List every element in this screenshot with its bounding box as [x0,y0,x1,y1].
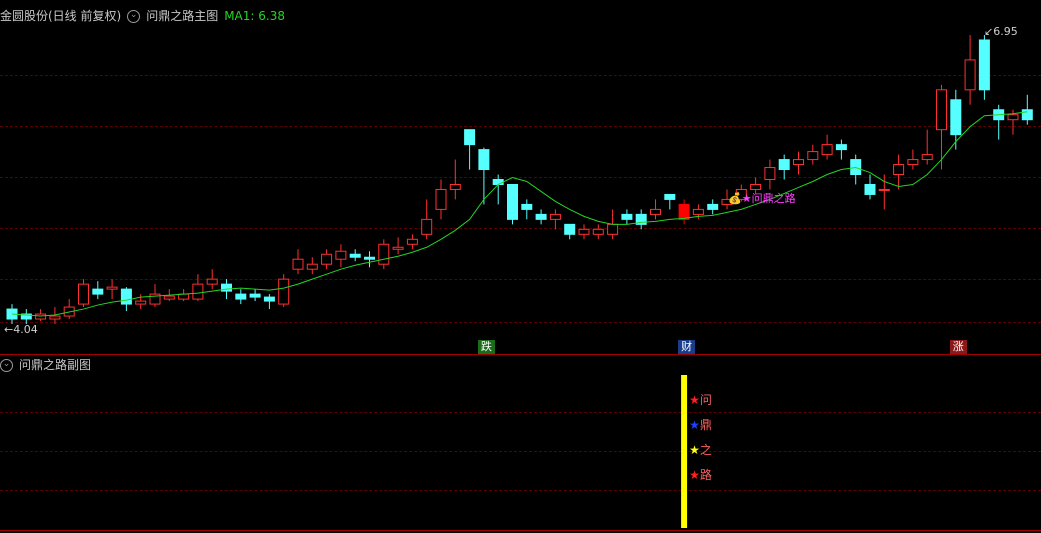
candle-body[interactable] [321,253,333,265]
candle-body[interactable] [449,183,461,190]
candle-body[interactable] [878,188,890,191]
candle-body[interactable] [893,164,905,176]
candle-body[interactable] [1007,114,1019,121]
star-icon: ★ [689,393,700,407]
signal-marker: ★问 [689,393,712,407]
candle-body[interactable] [564,223,576,235]
candle-body[interactable] [163,295,175,300]
star-icon: ★ [689,418,700,432]
candle-body[interactable] [650,208,661,215]
candle-body[interactable] [421,218,433,235]
candle-body[interactable] [364,256,375,260]
signal-marker: ★之 [689,443,712,457]
candle-body[interactable] [907,159,919,166]
candle-body[interactable] [978,39,990,91]
candle-body[interactable] [678,203,690,220]
candle-body[interactable] [120,288,132,305]
candle-body[interactable] [521,203,533,210]
candle-body[interactable] [178,293,190,300]
event-tag[interactable]: 跌 [477,340,495,354]
candle-body[interactable] [793,159,804,166]
candle-body[interactable] [621,213,633,220]
candle-body[interactable] [592,228,604,235]
candle-body[interactable] [92,288,104,295]
candle-body[interactable] [492,179,504,185]
candle-body[interactable] [478,149,490,171]
candlestick-chart[interactable] [0,0,1041,533]
event-tag[interactable]: 涨 [949,340,967,354]
candle-body[interactable] [206,278,218,285]
signal-marker: ★路 [689,468,712,482]
candle-body[interactable] [578,228,590,235]
candle-body[interactable] [306,263,318,270]
signal-marker-char: 之 [699,443,712,457]
candle-body[interactable] [921,154,933,161]
star-icon: ★ [689,443,700,457]
candle-body[interactable] [864,183,876,195]
candle-body[interactable] [278,278,290,305]
candle-body[interactable] [349,253,361,258]
candle-body[interactable] [750,183,762,190]
candle-body[interactable] [263,296,275,302]
candle-body[interactable] [936,89,947,131]
star-icon: ★ [689,468,700,482]
candle-body[interactable] [135,300,147,305]
ma-line [11,111,1028,317]
candle-body[interactable] [807,151,819,161]
candle-body[interactable] [764,167,776,181]
signal-label: 💰★问鼎之路 [728,192,796,205]
candle-body[interactable] [464,129,476,146]
candle-body[interactable] [78,283,89,305]
candle-body[interactable] [1021,109,1033,121]
candle-body[interactable] [192,283,204,300]
candle-body[interactable] [378,243,390,265]
candle-body[interactable] [406,238,418,245]
candle-body[interactable] [664,193,676,200]
candle-body[interactable] [535,213,547,220]
candle-body[interactable] [249,293,261,298]
signal-bar [681,375,688,528]
candle-body[interactable] [835,144,847,151]
candle-body[interactable] [778,159,790,171]
candle-body[interactable] [292,258,304,270]
candle-body[interactable] [821,144,833,156]
signal-marker: ★鼎 [689,418,712,432]
candle-body[interactable] [964,59,976,91]
signal-marker-char: 路 [699,468,712,482]
low-price-label: ←4.04 [4,323,38,336]
candle-body[interactable] [435,188,447,210]
candle-body[interactable] [335,250,347,260]
candle-body[interactable] [49,315,61,320]
candle-body[interactable] [507,183,518,220]
signal-marker-char: 问 [699,393,712,407]
candle-body[interactable] [106,286,118,290]
event-tag[interactable]: 财 [678,340,696,354]
candle-body[interactable] [692,208,704,215]
candle-body[interactable] [950,99,962,136]
candle-body[interactable] [235,293,247,300]
signal-marker-char: 鼎 [699,418,712,432]
candle-body[interactable] [707,203,719,210]
candle-body[interactable] [392,246,404,250]
candle-body[interactable] [607,223,619,235]
candle-body[interactable] [549,213,561,220]
high-price-label: ↙6.95 [984,25,1018,38]
